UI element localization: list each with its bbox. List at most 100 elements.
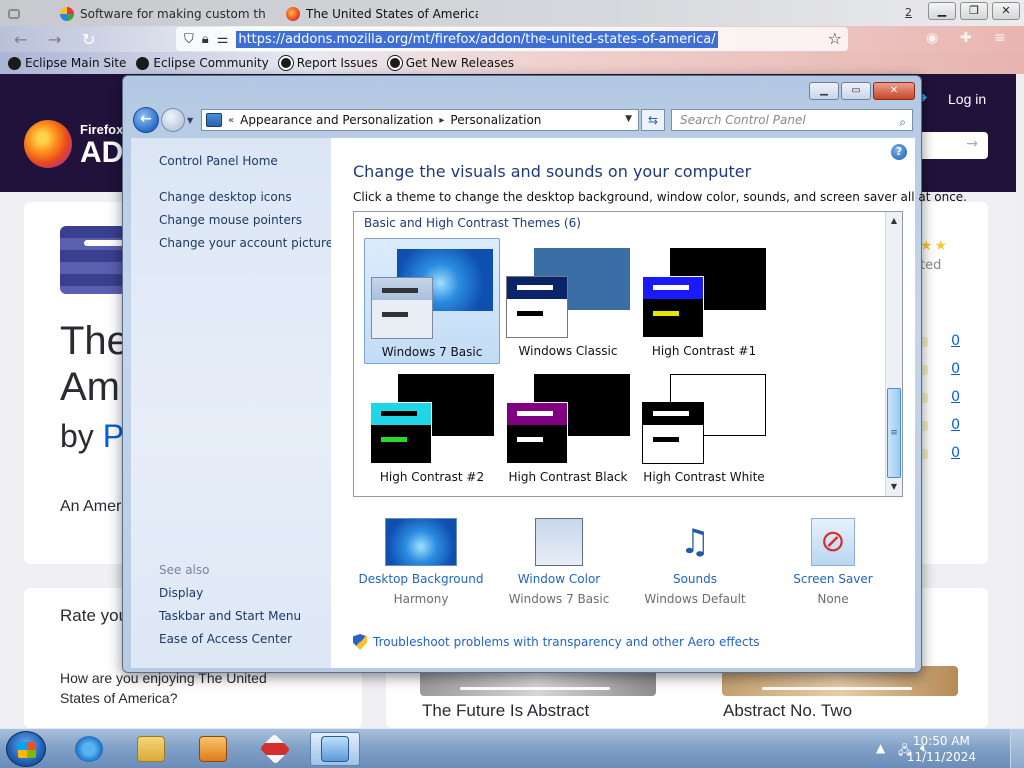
site-favicon-icon [60,7,74,21]
setting-value: Harmony [393,592,449,606]
taskbar-start-menu-link[interactable]: Taskbar and Start Menu [159,609,301,623]
theme-high-contrast-2[interactable]: High Contrast #2 [364,364,500,490]
internet-explorer-icon [75,736,103,762]
author-link[interactable]: P [103,418,124,454]
recommended-title[interactable]: Abstract No. Two [723,701,852,721]
window-color-setting[interactable]: Window Color Windows 7 Basic [491,512,627,606]
scroll-thumb[interactable]: ≡ [887,388,901,478]
url-text[interactable]: https://addons.mozilla.org/mt/firefox/ad… [236,30,718,48]
url-bar[interactable]: ⛉ 🔒︎ ⚌ https://addons.mozilla.org/mt/fir… [176,27,848,51]
help-icon[interactable]: ? [891,144,907,160]
tab-count[interactable]: 2 [905,6,912,19]
display-link[interactable]: Display [159,586,203,600]
theme-windows-7-basic[interactable]: Windows 7 Basic [364,238,500,364]
shield-icon[interactable]: ⛉ [184,32,194,47]
theme-high-contrast-black[interactable]: High Contrast Black [500,364,636,490]
theme-name: High Contrast #2 [379,470,485,484]
search-arrow-icon[interactable]: → [966,136,978,152]
browser-tab-usa[interactable]: The United States of America – [278,2,478,26]
change-desktop-icons-link[interactable]: Change desktop icons [159,190,292,204]
search-input[interactable]: Search Control Panel ⌕ [671,109,913,131]
ease-of-access-link[interactable]: Ease of Access Center [159,632,292,646]
themes-list[interactable]: Basic and High Contrast Themes (6) Windo… [353,211,903,497]
browser-tab-pinned[interactable] [0,2,38,26]
page-scrollbar[interactable] [1016,74,1024,728]
search-icon[interactable]: ⌕ [899,112,906,132]
show-desktop-button[interactable] [1010,729,1024,768]
rating-count-3[interactable]: 0 [930,389,960,405]
breadcrumb-appearance[interactable]: Appearance and Personalization [240,113,433,127]
setting-title[interactable]: Sounds [627,572,763,586]
menu-icon[interactable]: ≡ [994,30,1006,46]
desktop-background-setting[interactable]: Desktop Background Harmony [353,512,489,606]
setting-title[interactable]: Desktop Background [353,572,489,586]
theme-windows-classic[interactable]: Windows Classic [500,238,636,364]
change-account-picture-link[interactable]: Change your account picture [159,236,333,250]
firefox-logo-icon[interactable] [24,120,72,168]
change-mouse-pointers-link[interactable]: Change mouse pointers [159,213,302,227]
logo-text-small: Firefox [80,122,124,137]
minimize-button[interactable]: ▁ [928,2,956,20]
reload-icon[interactable]: ↻ [82,30,95,49]
folder-icon [137,736,165,762]
rating-count-5[interactable]: 0 [930,333,960,349]
scroll-up-arrow-icon[interactable]: ▲ [887,213,901,229]
rating-count-1[interactable]: 0 [930,445,960,461]
window-color-icon [535,518,583,566]
browser-tab-software[interactable]: Software for making custom th [52,2,274,26]
app-icon [259,733,291,765]
taskbar-explorer[interactable] [126,732,176,766]
taskbar-media-player[interactable] [188,732,238,766]
theme-high-contrast-1[interactable]: High Contrast #1 [636,238,772,364]
forward-icon[interactable]: → [48,30,61,49]
taskbar-app-red[interactable] [250,732,300,766]
screen-saver-setting[interactable]: ⊘ Screen Saver None [765,512,901,606]
login-link[interactable]: Log in [948,91,986,107]
taskbar-internet-explorer[interactable] [64,732,114,766]
breadcrumb-overflow-icon[interactable]: « [228,115,234,126]
forward-button[interactable] [161,108,185,132]
sounds-setting[interactable]: ♫ Sounds Windows Default [627,512,763,606]
themes-scrollbar[interactable]: ▲ ≡ ▼ [885,212,902,496]
firefox-favicon-icon [286,7,300,21]
site-search-input[interactable]: → [918,132,988,159]
bookmark-star-icon[interactable]: ☆ [828,29,842,48]
theme-high-contrast-white[interactable]: High Contrast White [636,364,772,490]
breadcrumb-separator-icon[interactable]: ▸ [439,115,444,126]
close-button[interactable]: ✕ [873,82,915,100]
rating-count-2[interactable]: 0 [930,417,960,433]
github-icon [278,56,293,70]
troubleshoot-link[interactable]: Troubleshoot problems with transparency … [353,634,760,650]
address-bar[interactable]: « Appearance and Personalization ▸ Perso… [201,109,639,131]
lock-icon[interactable]: 🔒︎ [202,32,209,47]
maximize-button[interactable]: ❐ [960,2,988,20]
refresh-button[interactable]: ⇆ [641,109,665,131]
recommended-title[interactable]: The Future Is Abstract [422,701,589,721]
address-dropdown-icon[interactable]: ▼ [625,114,632,124]
back-button[interactable]: ← [133,107,159,133]
rating-count-4[interactable]: 0 [930,361,960,377]
bookmark-eclipse-main[interactable]: Eclipse Main Site [8,56,126,70]
close-button[interactable]: ✕ [992,2,1020,20]
bookmark-eclipse-community[interactable]: Eclipse Community [136,56,269,70]
start-button[interactable] [6,731,46,767]
show-hidden-icons-icon[interactable]: ▲ [876,741,885,755]
setting-title[interactable]: Window Color [491,572,627,586]
back-icon[interactable]: ← [14,30,27,49]
recent-pages-dropdown-icon[interactable]: ▼ [187,116,193,125]
control-panel-home-link[interactable]: Control Panel Home [159,154,278,168]
breadcrumb-personalization[interactable]: Personalization [450,113,541,127]
taskbar-control-panel[interactable] [310,732,360,766]
scroll-down-arrow-icon[interactable]: ▼ [887,479,901,495]
permissions-icon[interactable]: ⚌ [217,32,229,47]
setting-title[interactable]: Screen Saver [765,572,901,586]
minimize-button[interactable]: ▁ [809,82,839,100]
bookmark-report-issues[interactable]: Report Issues [278,56,378,70]
maximize-button[interactable]: ▭ [841,82,871,100]
extensions-icon[interactable]: ✚ [960,30,972,46]
tab-icon [8,9,20,19]
account-icon[interactable]: ◉ [926,30,938,46]
clock[interactable]: 10:50 AM 11/11/2024 [907,733,976,765]
desktop-background-icon [385,518,457,566]
bookmark-get-new-releases[interactable]: Get New Releases [387,56,514,70]
